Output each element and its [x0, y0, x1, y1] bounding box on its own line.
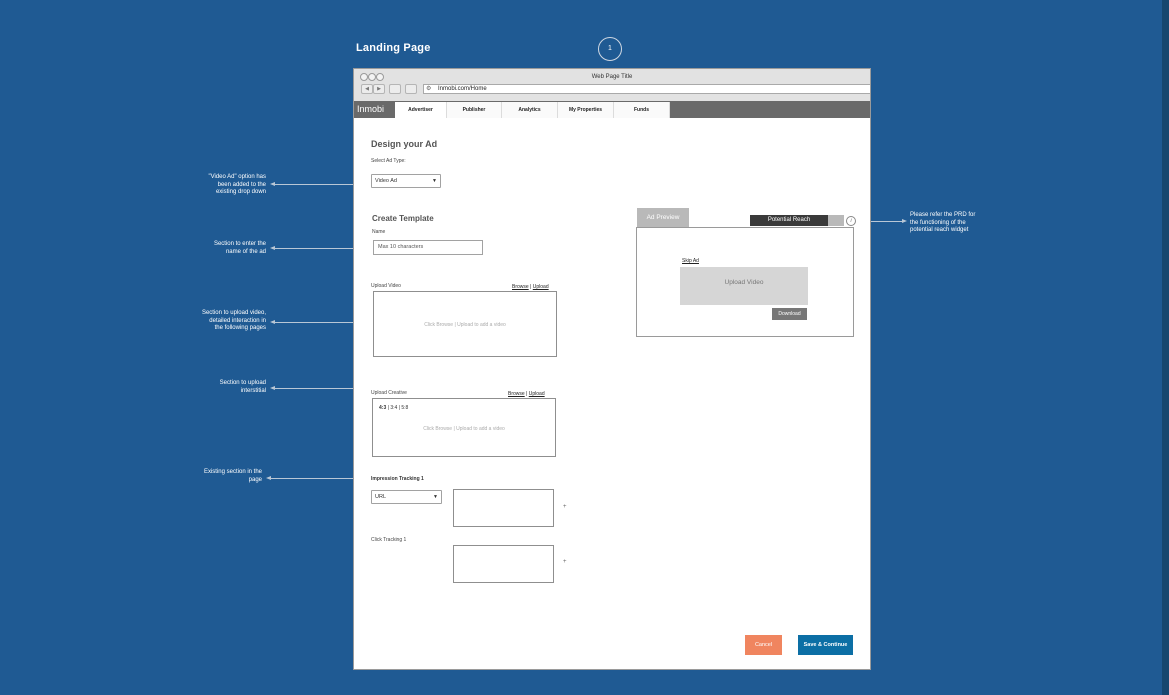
annotation-line: existing drop down — [215, 189, 266, 195]
chevron-down-icon: ▼ — [433, 494, 438, 500]
annotation-interstitial: Section to upload interstitial — [180, 380, 266, 395]
download-button[interactable]: Download — [772, 308, 807, 320]
upload-video-links: Browse | Upload — [512, 284, 549, 290]
annotation-line: "Video Ad" option has — [208, 174, 266, 180]
annotation-line: Section to enter the — [213, 241, 266, 247]
annotation-existing: Existing section in the page — [176, 469, 262, 484]
arrow-head — [902, 219, 907, 223]
browser-window: Web Page Title ◀ ▶ Inmobi.com/Home ⚙ Inm… — [353, 68, 871, 670]
reload-button[interactable] — [389, 84, 401, 94]
ratio-5-8[interactable]: 5:8 — [401, 405, 408, 411]
tab-analytics[interactable]: Analytics — [502, 102, 558, 118]
upload-creative-dropzone[interactable]: 4:3 | 3:4 | 5:8 Click Browse | Upload to… — [372, 398, 556, 457]
browse-video-link[interactable]: Browse — [512, 284, 529, 290]
preview-video-area: Upload Video — [680, 267, 808, 305]
right-edge-bar — [1162, 0, 1169, 695]
upload-video-label: Upload Video — [371, 283, 401, 289]
upload-creative-hint: Click Browse | Upload to add a video — [423, 426, 505, 432]
click-tracking-textarea[interactable] — [453, 545, 554, 583]
impression-tracking-label: Impression Tracking 1 — [371, 476, 424, 482]
page-number-badge: 1 — [598, 37, 622, 61]
upload-video-dropzone[interactable]: Click Browse | Upload to add a video — [373, 291, 557, 357]
window-title: Web Page Title — [591, 74, 633, 80]
upload-video-link[interactable]: Upload — [533, 284, 549, 290]
ad-type-select[interactable]: Video Ad ▼ — [371, 174, 441, 188]
name-label: Name — [372, 229, 386, 235]
annotation-name: Section to enter the name of the ad — [180, 241, 266, 256]
ad-type-value: Video Ad — [375, 178, 397, 184]
annotation-line: potential reach widget — [910, 227, 969, 233]
tab-funds[interactable]: Funds — [614, 102, 670, 118]
annotation-line: the functioning of the — [910, 219, 966, 226]
upload-video-hint: Click Browse | Upload to add a video — [424, 322, 506, 328]
upload-creative-label: Upload Creative — [371, 390, 407, 396]
create-template-heading: Create Template — [372, 214, 434, 223]
leader-line — [274, 388, 364, 389]
annotation-line: the following pages — [214, 325, 266, 331]
annotation-line: detailed interaction in — [209, 317, 266, 324]
click-tracking-label: Click Tracking 1 — [371, 537, 407, 543]
reach-tab-spacer — [828, 215, 844, 226]
forward-arrow-icon[interactable]: ▶ — [373, 84, 385, 94]
ad-type-label: Select Ad Type: — [371, 158, 406, 164]
impression-url-textarea[interactable] — [453, 489, 554, 527]
chevron-down-icon: ▼ — [432, 178, 437, 184]
add-impression-button[interactable]: + — [563, 504, 567, 510]
annotation-video-ad: "Video Ad" option has been added to the … — [180, 174, 266, 197]
cancel-button[interactable]: Cancel — [745, 635, 782, 655]
impression-type-value: URL — [375, 494, 387, 500]
upload-creative-link[interactable]: Upload — [529, 391, 545, 397]
browse-creative-link[interactable]: Browse — [508, 391, 525, 397]
annotation-line: page — [248, 476, 262, 483]
tab-advertiser[interactable]: Advertiser — [395, 102, 447, 118]
annotation-line: been added to the — [217, 181, 266, 188]
ad-name-input[interactable]: Max 10 characters — [373, 240, 483, 255]
annotation-line: name of the ad — [225, 248, 266, 255]
upload-creative-links: Browse | Upload — [508, 391, 545, 397]
tab-potential-reach[interactable]: Potential Reach — [750, 215, 828, 226]
annotation-line: Section to upload video, — [201, 310, 266, 316]
url-bar[interactable]: Inmobi.com/Home — [423, 84, 870, 94]
tab-ad-preview[interactable]: Ad Preview — [637, 208, 689, 227]
impression-type-select[interactable]: URL ▼ — [371, 490, 442, 504]
site-icon: ⚙ — [426, 86, 432, 92]
leader-line — [270, 478, 364, 479]
annotation-line: interstitial — [240, 387, 266, 394]
info-icon[interactable]: i — [846, 216, 856, 226]
add-click-tracking-button[interactable]: + — [563, 559, 567, 565]
back-arrow-icon[interactable]: ◀ — [361, 84, 373, 94]
annotation-line: Section to upload — [219, 380, 266, 386]
annotation-upload-video: Section to upload video, detailed intera… — [175, 310, 266, 333]
home-button[interactable] — [405, 84, 417, 94]
leader-line — [274, 322, 364, 323]
annotation-line: Existing section in the — [203, 469, 262, 475]
page-title: Landing Page — [356, 42, 431, 54]
annotation-line: Please refer the PRD for — [910, 212, 976, 218]
tab-my-properties[interactable]: My Properties — [558, 102, 614, 118]
tab-publisher[interactable]: Publisher — [447, 102, 502, 118]
save-continue-button[interactable]: Save & Continue — [798, 635, 853, 655]
inmobi-logo: Inmobi — [357, 104, 385, 114]
annotation-potential-reach: Please refer the PRD for the functioning… — [910, 212, 1010, 235]
skip-ad-link[interactable]: Skip Ad — [682, 258, 699, 264]
aspect-ratio-options: 4:3 | 3:4 | 5:8 — [379, 405, 408, 411]
design-ad-heading: Design your Ad — [371, 139, 438, 149]
leader-line — [274, 248, 364, 249]
leader-line — [274, 184, 363, 185]
